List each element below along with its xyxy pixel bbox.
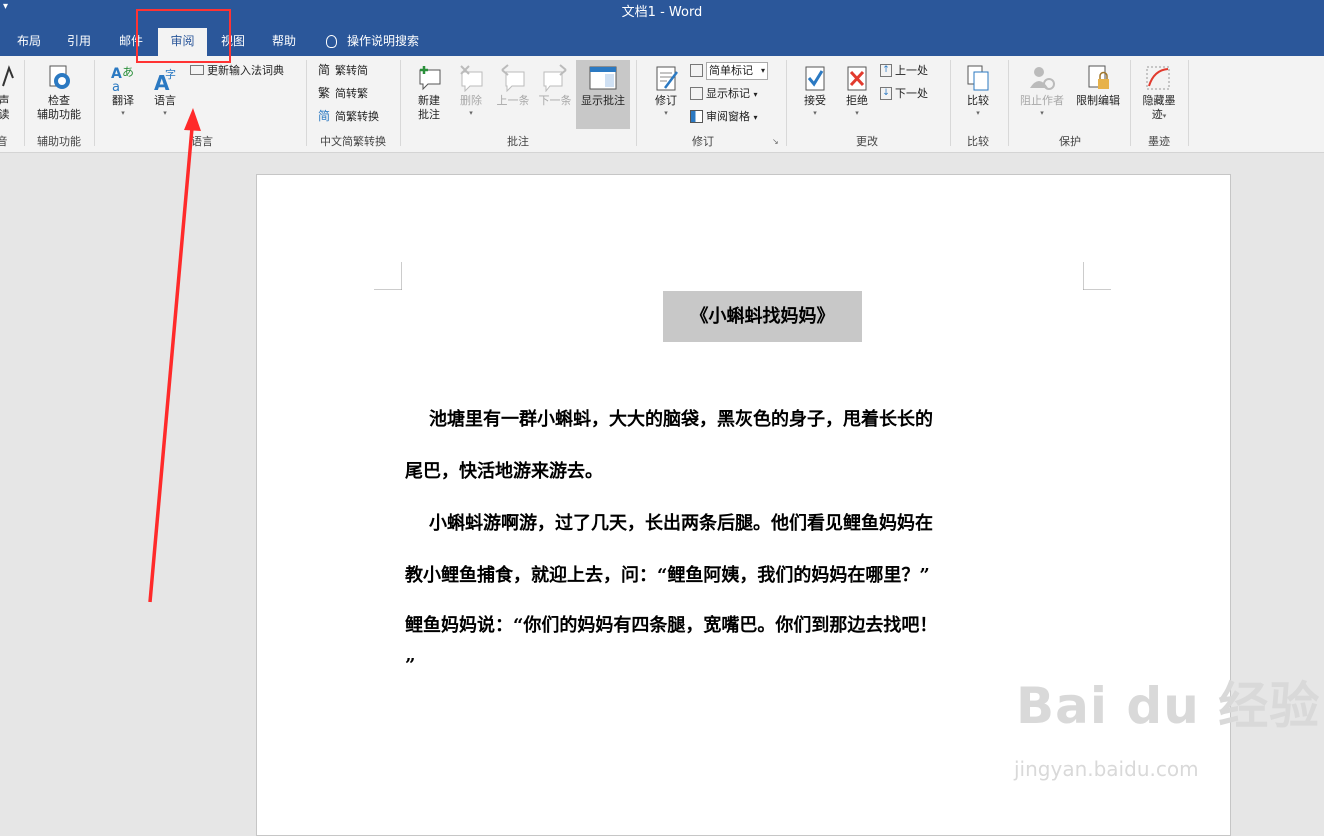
show-markup-button[interactable]: 显示标记 ▾ <box>690 85 758 103</box>
next-change-button[interactable]: ↓ 下一处 <box>880 85 928 103</box>
delete-comment-icon <box>460 65 483 92</box>
previous-comment-icon <box>501 64 525 92</box>
reviewing-pane-icon <box>690 109 703 123</box>
paragraph-line[interactable]: 池塘里有一群小蝌蚪，大大的脑袋，黑灰色的身子，甩着长长的 <box>405 405 1097 431</box>
group-separator <box>1188 60 1189 146</box>
reject-dropdown-icon: ▾ <box>855 109 859 117</box>
previous-comment-button[interactable]: 上一条 <box>492 60 534 108</box>
traditional-to-simplified-button[interactable]: 简繁转简 <box>318 62 368 80</box>
chevron-down-icon: ▾ <box>760 66 765 75</box>
paragraph-line[interactable]: 尾巴，快活地游来游去。 <box>405 457 1073 483</box>
dialog-launcher-icon[interactable]: ↘ <box>772 137 779 146</box>
tell-me-search[interactable]: 操作说明搜索 <box>326 28 419 56</box>
compare-icon <box>967 65 989 91</box>
group-label-chinese-conversion: 中文简繁转换 <box>320 135 386 148</box>
chevron-down-icon: ▾ <box>753 90 758 99</box>
markup-view-icon <box>690 63 703 77</box>
paragraph-line[interactable]: 鲤鱼妈妈说：“你们的妈妈有四条腿，宽嘴巴。你们到那边去找吧！ <box>405 611 1073 637</box>
new-comment-icon <box>419 66 441 91</box>
baidu-watermark-logo: Bai du 经验 <box>1016 677 1321 735</box>
group-label-ink: 墨迹 <box>1148 135 1170 148</box>
hide-ink-dropdown-icon: ▾ <box>1162 112 1167 120</box>
show-comments-icon <box>589 66 617 90</box>
paragraph-line[interactable]: 教小鲤鱼捕食，就迎上去，问：“鲤鱼阿姨，我们的妈妈在哪里？” <box>405 561 1073 587</box>
block-authors-icon <box>1030 67 1055 90</box>
simplified-to-traditional-button[interactable]: 繁简转繁 <box>318 85 368 103</box>
new-comment-button[interactable]: 新建 批注 <box>406 60 452 122</box>
compare-button[interactable]: 比较 ▾ <box>956 60 1000 118</box>
group-label-comments: 批注 <box>507 135 529 148</box>
group-separator <box>400 60 401 146</box>
delete-dropdown-icon: ▾ <box>469 109 473 117</box>
group-separator <box>786 60 787 146</box>
group-separator <box>1008 60 1009 146</box>
baidu-watermark-url: jingyan.baidu.com <box>1014 757 1199 781</box>
crop-mark-top-left <box>374 262 402 290</box>
delete-comment-button[interactable]: 删除 ▾ <box>452 60 490 118</box>
track-changes-icon <box>656 66 678 91</box>
group-separator <box>1130 60 1131 146</box>
block-authors-button[interactable]: 阻止作者 ▾ <box>1014 60 1070 118</box>
reject-icon <box>847 66 867 91</box>
conversion-char-icon: 简 <box>318 108 331 123</box>
reject-button[interactable]: 拒绝 ▾ <box>836 60 878 118</box>
group-separator <box>950 60 951 146</box>
next-change-icon: ↓ <box>880 86 892 100</box>
track-dropdown-icon: ▾ <box>664 109 668 117</box>
simplified-char-icon: 简 <box>318 62 331 77</box>
group-separator <box>636 60 637 146</box>
tab-help[interactable]: 帮助 <box>263 28 305 56</box>
group-label-compare: 比较 <box>967 135 989 148</box>
next-comment-icon <box>543 64 567 92</box>
tell-me-label: 操作说明搜索 <box>347 34 420 48</box>
group-label-protect: 保护 <box>1059 135 1081 148</box>
accept-dropdown-icon: ▾ <box>813 109 817 117</box>
accept-button[interactable]: 接受 ▾ <box>794 60 836 118</box>
track-changes-button[interactable]: 修订 ▾ <box>644 60 688 118</box>
restrict-editing-button[interactable]: 限制编辑 <box>1070 60 1126 108</box>
traditional-char-icon: 繁 <box>318 85 331 100</box>
paragraph-line[interactable]: ” <box>405 655 1073 676</box>
hide-ink-button[interactable]: 隐藏墨 迹▾ <box>1136 60 1182 123</box>
hide-ink-icon <box>1146 66 1170 90</box>
previous-change-icon: ↑ <box>880 63 892 77</box>
accept-icon <box>805 66 825 91</box>
markup-select[interactable]: 简单标记 ▾ <box>706 62 768 80</box>
chinese-conversion-button[interactable]: 简简繁转换 <box>318 108 379 126</box>
lightbulb-icon <box>326 35 337 48</box>
paragraph-line[interactable]: 小蝌蚪游啊游，过了几天，长出两条后腿。他们看见鲤鱼妈妈在 <box>405 509 1097 535</box>
block-dropdown-icon: ▾ <box>1040 109 1044 117</box>
chevron-down-icon: ▾ <box>753 113 758 122</box>
annotation-arrow <box>148 108 201 603</box>
compare-dropdown-icon: ▾ <box>976 109 980 117</box>
group-separator <box>306 60 307 146</box>
previous-change-button[interactable]: ↑ 上一处 <box>880 62 928 80</box>
restrict-editing-icon <box>1088 65 1109 89</box>
display-for-review-dropdown[interactable]: 简单标记 ▾ <box>690 62 768 80</box>
next-comment-button[interactable]: 下一条 <box>534 60 576 108</box>
show-comments-button[interactable]: 显示批注 <box>576 60 630 108</box>
group-label-changes: 更改 <box>856 135 878 148</box>
show-markup-icon <box>690 86 703 100</box>
reviewing-pane-button[interactable]: 审阅窗格 ▾ <box>690 108 758 126</box>
group-label-tracking: 修订 <box>692 135 714 148</box>
document-title[interactable]: 《小蝌蚪找妈妈》 <box>663 291 862 342</box>
crop-mark-top-right <box>1083 262 1111 290</box>
